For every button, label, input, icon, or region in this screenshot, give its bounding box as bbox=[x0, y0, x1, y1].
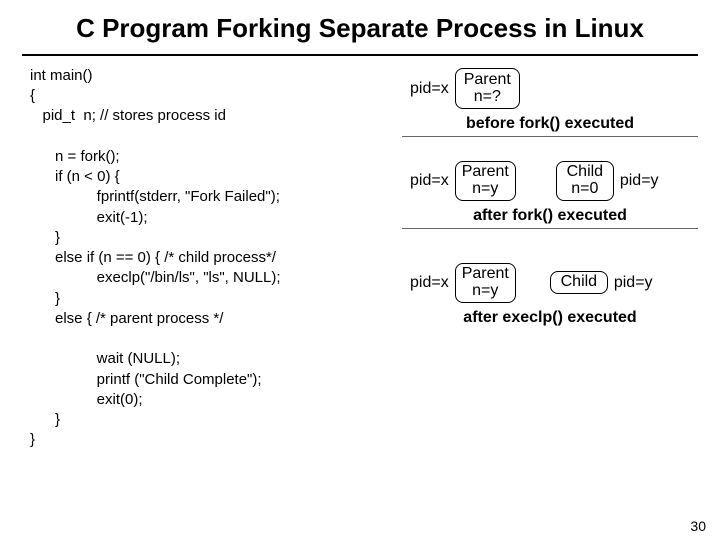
stage-after-execlp: pid=x Parent n=y Child pid=y after execl… bbox=[402, 263, 698, 327]
code-block: int main() { pid_t n; // stores process … bbox=[30, 66, 384, 451]
stage-before-fork: pid=x Parent n=? before fork() executed bbox=[402, 68, 698, 138]
pid-label: pid=x bbox=[410, 172, 449, 190]
stage2-caption: after fork() executed bbox=[402, 207, 698, 225]
parent-box: Parent n=y bbox=[455, 161, 516, 201]
separator bbox=[402, 136, 698, 137]
box-val: n=y bbox=[472, 181, 498, 198]
diagram-area: pid=x Parent n=? before fork() executed … bbox=[402, 66, 698, 451]
stage1-row: pid=x Parent n=? bbox=[410, 68, 698, 110]
box-name: Parent bbox=[464, 72, 511, 89]
stage3-row: pid=x Parent n=y Child pid=y bbox=[410, 263, 698, 303]
box-name: Parent bbox=[462, 164, 509, 181]
pid-label: pid=x bbox=[410, 274, 449, 292]
stage2-row: pid=x Parent n=y Child n=0 pid=y bbox=[410, 161, 698, 201]
stage3-caption: after execlp() executed bbox=[402, 309, 698, 327]
box-val: n=y bbox=[472, 283, 498, 300]
child-box: Child n=0 bbox=[556, 161, 614, 201]
box-val: n=0 bbox=[571, 181, 598, 198]
stage1-caption: before fork() executed bbox=[402, 115, 698, 133]
parent-box: Parent n=y bbox=[455, 263, 516, 303]
pid-label: pid=x bbox=[410, 80, 449, 98]
stage-after-fork: pid=x Parent n=y Child n=0 pid=y after f… bbox=[402, 161, 698, 229]
separator bbox=[402, 228, 698, 229]
page-number: 30 bbox=[690, 518, 706, 534]
box-val: n=? bbox=[474, 89, 501, 106]
parent-box: Parent n=? bbox=[455, 68, 520, 110]
pid-label: pid=y bbox=[614, 274, 653, 292]
child-box: Child bbox=[550, 271, 608, 294]
slide-title: C Program Forking Separate Process in Li… bbox=[0, 0, 720, 50]
box-name: Parent bbox=[462, 266, 509, 283]
content-area: int main() { pid_t n; // stores process … bbox=[0, 56, 720, 451]
box-name: Child bbox=[567, 164, 603, 181]
pid-label: pid=y bbox=[620, 172, 659, 190]
box-name: Child bbox=[561, 274, 597, 291]
